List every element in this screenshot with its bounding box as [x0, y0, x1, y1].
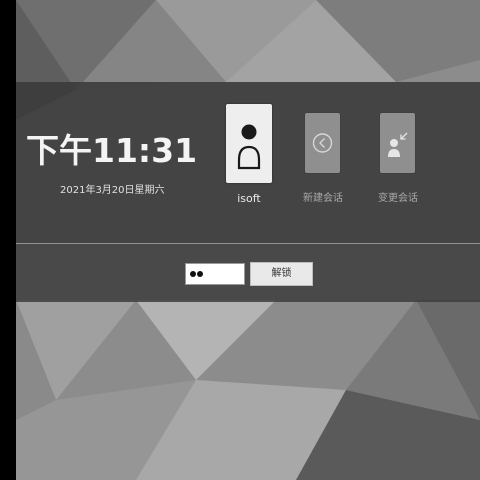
user-name-label: isoft — [237, 192, 261, 205]
screen-left-edge — [0, 0, 16, 480]
unlock-button[interactable]: 解锁 — [250, 262, 313, 286]
switch-session-button[interactable] — [380, 113, 415, 173]
password-input[interactable] — [185, 263, 245, 285]
clock-date: 2021年3月20日星期六 — [60, 185, 165, 196]
switch-user-icon — [388, 132, 408, 157]
new-session-label: 新建会话 — [303, 193, 343, 204]
back-chevron-icon — [312, 133, 333, 153]
clock-time: 下午11:31 — [26, 131, 198, 170]
user-card-isoft[interactable] — [226, 104, 272, 183]
new-session-button[interactable] — [305, 113, 340, 173]
user-avatar-icon — [237, 124, 261, 170]
switch-session-label: 变更会话 — [378, 193, 418, 204]
lock-panel-bottom — [16, 244, 480, 302]
